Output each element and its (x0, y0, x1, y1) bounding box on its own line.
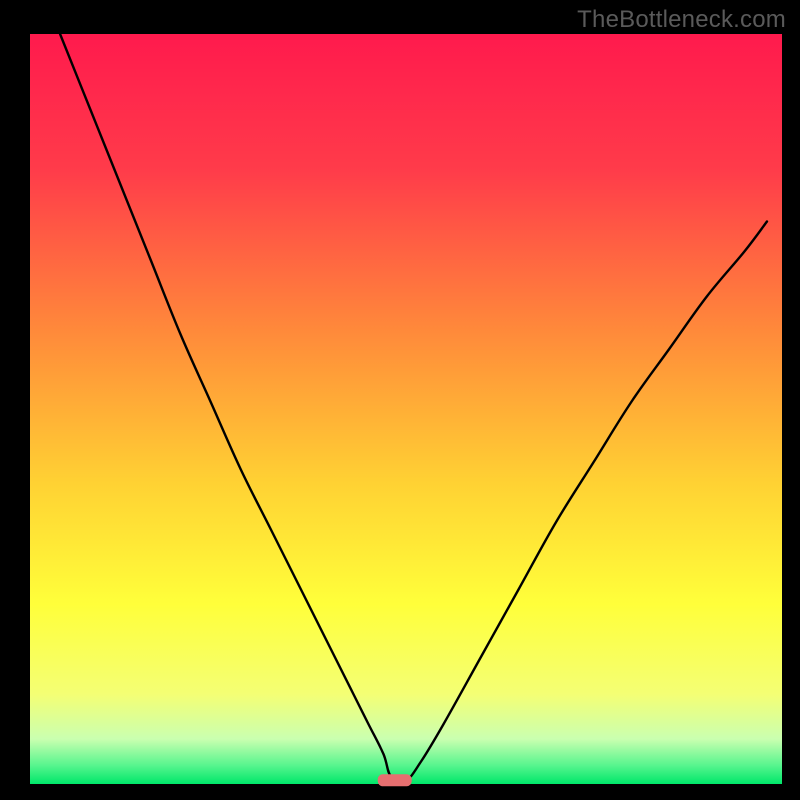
plot-background (30, 34, 782, 784)
chart-frame: TheBottleneck.com (0, 0, 800, 800)
optimum-marker (378, 774, 412, 786)
bottleneck-chart (0, 0, 800, 800)
watermark-text: TheBottleneck.com (577, 6, 786, 34)
